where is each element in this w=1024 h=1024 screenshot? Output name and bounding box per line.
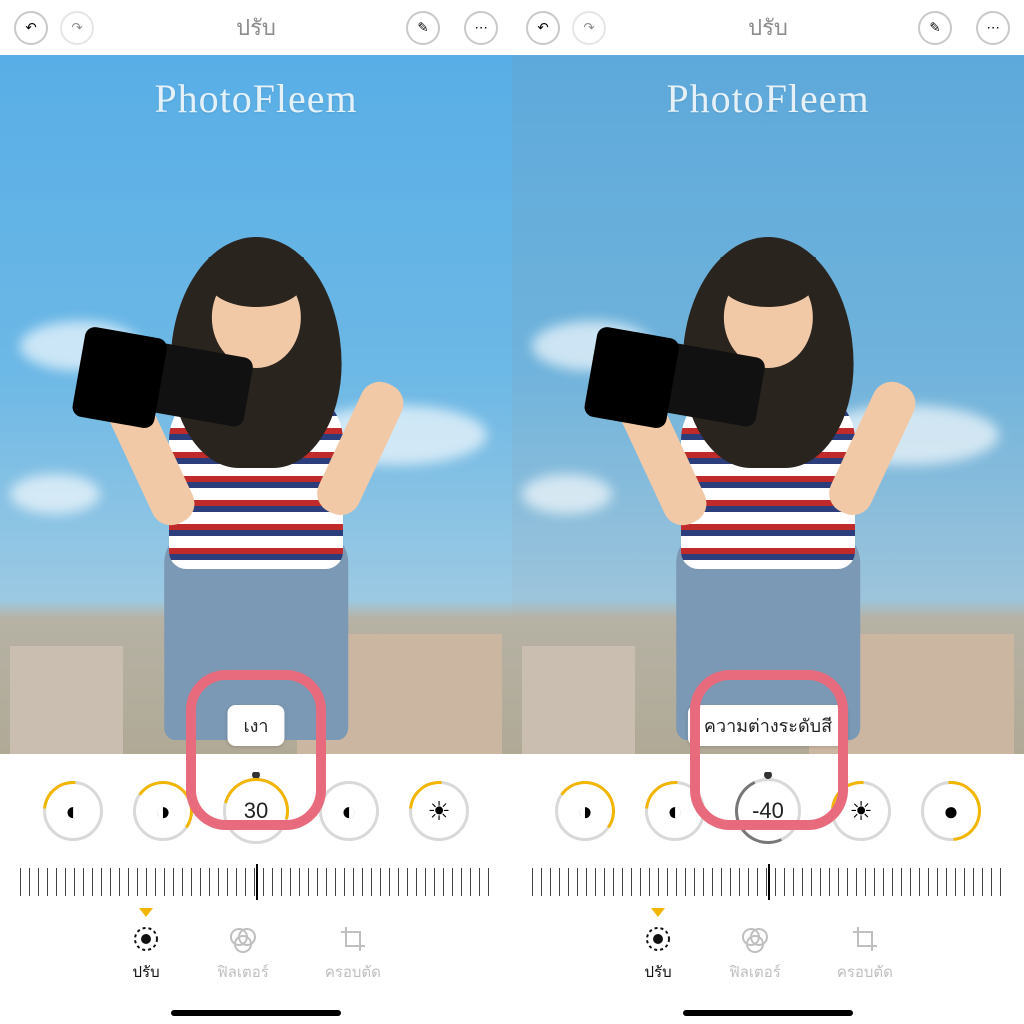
left-screenshot: ↶ ↷ ปรับ ✎ ⋯ PhotoFleem เงา ◐ ◑ [0, 0, 512, 1024]
watermark: PhotoFleem [0, 75, 512, 122]
dial-next2[interactable]: ● [921, 781, 981, 841]
bottom-tabs: ปรับ ฟิลเตอร์ ครอบตัด [643, 924, 893, 984]
undo-button[interactable]: ↶ [526, 11, 560, 45]
right-screenshot: ↶ ↷ ปรับ ✎ ⋯ PhotoFleem ความต่างระดับสี … [512, 0, 1024, 1024]
dial-prev2[interactable]: ◐ [43, 781, 103, 841]
tab-crop[interactable]: ครอบตัด [837, 924, 893, 984]
dial-prev2[interactable]: ◑ [555, 781, 615, 841]
adjustment-dials[interactable]: ◑ ◐ -40 ☀ ● [512, 772, 1024, 850]
home-indicator[interactable] [171, 1010, 341, 1016]
more-button[interactable]: ⋯ [976, 11, 1010, 45]
dial-selected[interactable]: -40 [735, 778, 801, 844]
undo-icon: ↶ [537, 20, 548, 36]
filters-icon [740, 924, 770, 954]
tab-adjust-label: ปรับ [645, 960, 672, 984]
value-slider[interactable] [532, 868, 1003, 896]
dial-prev1[interactable]: ◐ [645, 781, 705, 841]
pen-icon: ✎ [417, 20, 428, 36]
adjust-icon [131, 924, 161, 954]
watermark: PhotoFleem [512, 75, 1024, 122]
dial-selected[interactable]: 30 [223, 778, 289, 844]
dial-prev1[interactable]: ◑ [133, 781, 193, 841]
redo-button[interactable]: ↷ [572, 11, 606, 45]
tab-adjust-label: ปรับ [133, 960, 160, 984]
tab-filters[interactable]: ฟิลเตอร์ [217, 924, 269, 984]
adjust-icon [643, 924, 673, 954]
markup-button[interactable]: ✎ [406, 11, 440, 45]
redo-icon: ↷ [583, 20, 594, 36]
undo-button[interactable]: ↶ [14, 11, 48, 45]
home-indicator[interactable] [683, 1010, 853, 1016]
tab-crop-label: ครอบตัด [837, 960, 893, 984]
crop-icon [850, 924, 880, 954]
tab-adjust[interactable]: ปรับ [131, 924, 161, 984]
redo-icon: ↷ [71, 20, 82, 36]
top-bar: ↶ ↷ ปรับ ✎ ⋯ [512, 0, 1024, 55]
tab-crop-label: ครอบตัด [325, 960, 381, 984]
tab-filters-label: ฟิลเตอร์ [217, 960, 269, 984]
adjustment-label: เงา [227, 705, 284, 746]
top-bar: ↶ ↷ ปรับ ✎ ⋯ [0, 0, 512, 55]
filters-icon [228, 924, 258, 954]
dial-next1[interactable]: ◐ [319, 781, 379, 841]
undo-icon: ↶ [25, 20, 36, 36]
value-slider[interactable] [20, 868, 491, 896]
edit-controls: ◑ ◐ -40 ☀ ● ปรับ ฟิลเตอร์ ครอบตัด [512, 754, 1024, 1024]
pen-icon: ✎ [929, 20, 940, 36]
ellipsis-icon: ⋯ [474, 20, 487, 36]
markup-button[interactable]: ✎ [918, 11, 952, 45]
dial-next2[interactable]: ☀ [409, 781, 469, 841]
adjustment-label: ความต่างระดับสี [688, 705, 848, 746]
dial-next1[interactable]: ☀ [831, 781, 891, 841]
edit-controls: ◐ ◑ 30 ◐ ☀ ปรับ ฟิลเตอร์ ครอบตัด [0, 754, 512, 1024]
ellipsis-icon: ⋯ [986, 20, 999, 36]
crop-icon [338, 924, 368, 954]
contrast-icon: ◐ [341, 798, 357, 824]
photo-preview[interactable]: PhotoFleem ความต่างระดับสี [512, 55, 1024, 754]
tab-adjust[interactable]: ปรับ [643, 924, 673, 984]
adjustment-dials[interactable]: ◐ ◑ 30 ◐ ☀ [0, 772, 512, 850]
redo-button[interactable]: ↷ [60, 11, 94, 45]
tab-filters[interactable]: ฟิลเตอร์ [729, 924, 781, 984]
more-button[interactable]: ⋯ [464, 11, 498, 45]
photo-preview[interactable]: PhotoFleem เงา [0, 55, 512, 754]
tab-filters-label: ฟิลเตอร์ [729, 960, 781, 984]
bottom-tabs: ปรับ ฟิลเตอร์ ครอบตัด [131, 924, 381, 984]
tab-crop[interactable]: ครอบตัด [325, 924, 381, 984]
